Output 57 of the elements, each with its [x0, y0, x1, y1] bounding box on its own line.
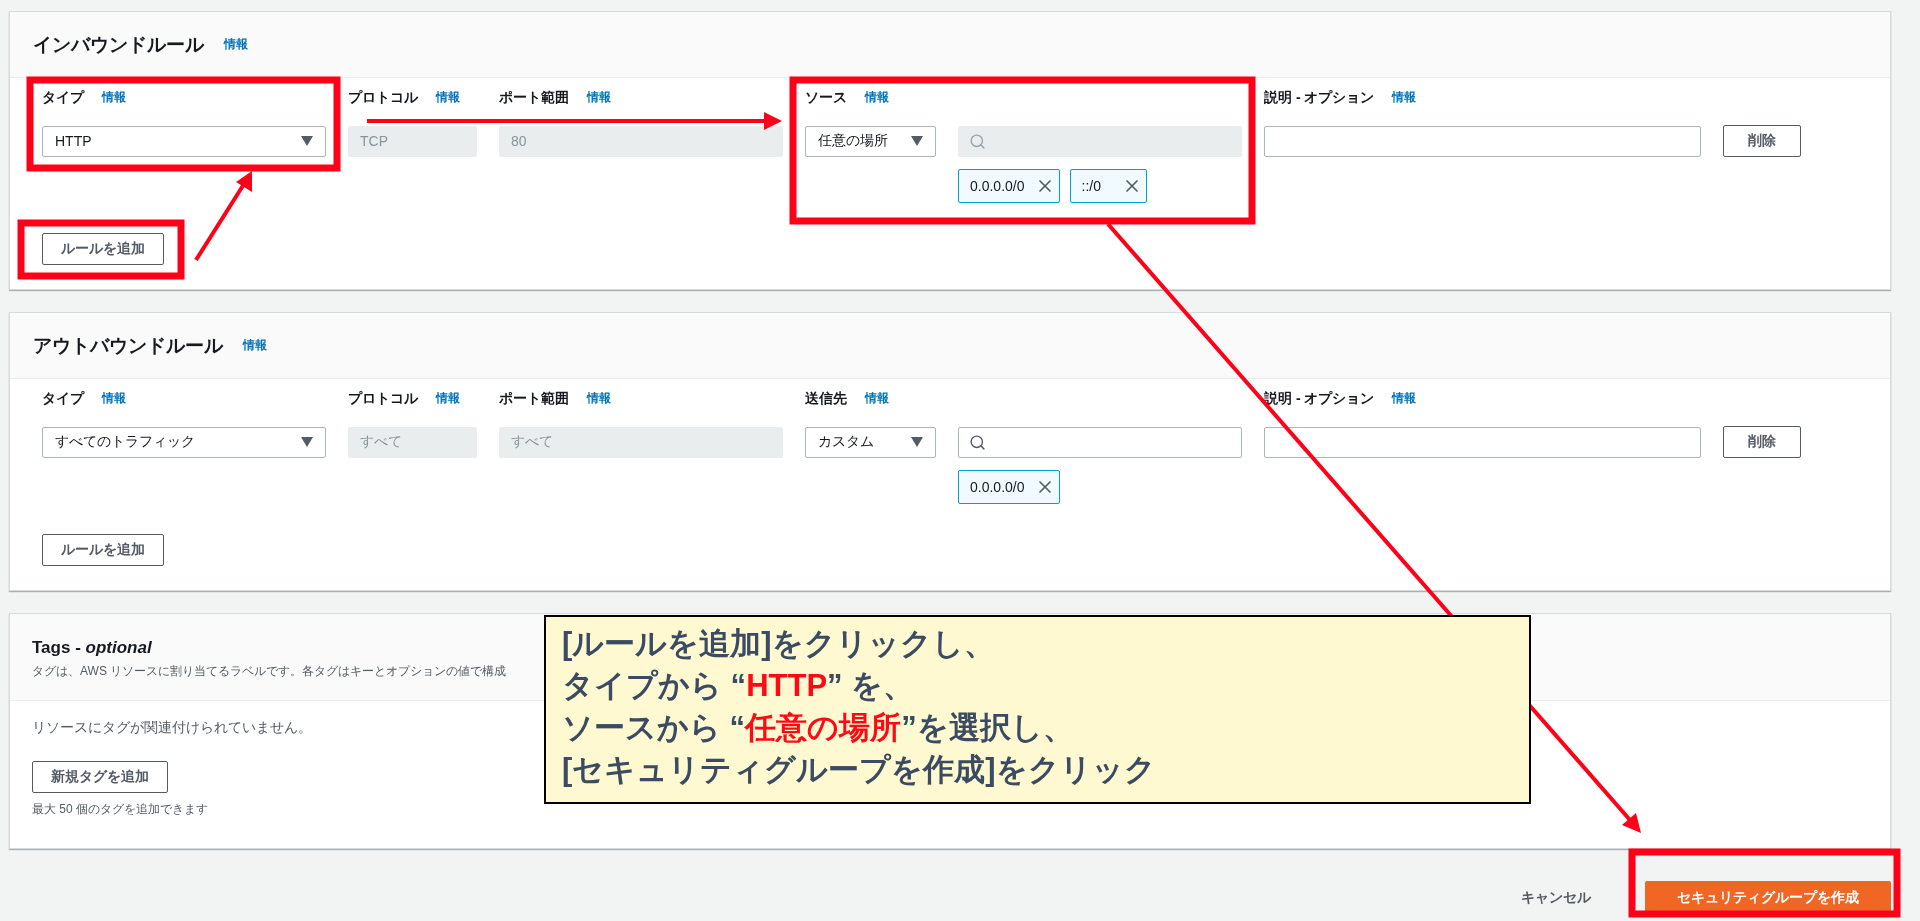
column-label: プロトコル [348, 88, 418, 106]
search-field[interactable] [958, 426, 1242, 458]
column-label: タイプ [42, 88, 84, 106]
type-select[interactable]: すべてのトラフィック [42, 426, 326, 458]
caret-icon [911, 136, 923, 146]
section-description: タグは、AWS リソースに割り当てるラベルです。各タグはキーとオプションの値で構成 [32, 663, 507, 680]
instruction-text: タイプから “HTTP” を、 [562, 667, 915, 705]
cancel-button[interactable]: キャンセル [1515, 888, 1597, 908]
port-range-field[interactable]: 80 [499, 125, 783, 157]
column-label: タイプ [42, 389, 84, 407]
tag-limit-text: 最大 50 個のタグを追加できます [32, 801, 208, 818]
info-link[interactable]: 情報 [587, 88, 611, 106]
section-title: アウトバウンドルール [33, 333, 223, 358]
delete-button[interactable]: 削除 [1723, 125, 1801, 157]
instruction-text: [ルールを追加]をクリックし、 [562, 625, 995, 663]
column-label: プロトコル [348, 389, 418, 407]
section-title: Tags - optional [32, 637, 152, 659]
type-select[interactable]: HTTP [42, 125, 326, 157]
description-input[interactable] [1264, 125, 1701, 157]
info-link[interactable]: 情報 [243, 337, 267, 354]
column-label: ポート範囲 [499, 389, 569, 407]
source-select[interactable]: カスタム [805, 426, 936, 458]
info-link[interactable]: 情報 [436, 88, 460, 106]
add-tag-button[interactable]: 新規タグを追加 [32, 761, 168, 793]
port-range-field[interactable]: すべて [499, 426, 783, 458]
protocol-field[interactable]: すべて [348, 426, 477, 458]
instruction-text: ソースから “任意の場所”を選択し、 [562, 709, 1074, 747]
instruction-text: [セキュリティグループを作成]をクリック [562, 751, 1156, 789]
column-label: 説明 - オプション [1264, 88, 1375, 106]
info-link[interactable]: 情報 [587, 389, 611, 407]
source-select[interactable]: 任意の場所 [805, 125, 936, 157]
section-title: インバウンドルール [33, 32, 204, 57]
column-label: 送信先 [805, 389, 847, 407]
cidr-token: 0.0.0.0/0 [958, 470, 1060, 504]
protocol-field[interactable]: TCP [348, 125, 477, 157]
info-link[interactable]: 情報 [865, 88, 889, 106]
caret-icon [301, 437, 313, 447]
cidr-token: ::/0 [1069, 169, 1147, 203]
column-label: ポート範囲 [499, 88, 569, 106]
info-link[interactable]: 情報 [1392, 88, 1417, 106]
description-input[interactable] [1264, 426, 1701, 458]
empty-tags-text: リソースにタグが関連付けられていません。 [32, 719, 312, 737]
search-icon [969, 433, 986, 451]
search-icon [969, 132, 986, 150]
column-label: ソース [805, 88, 847, 106]
caret-icon [911, 437, 923, 447]
cidr-token: 0.0.0.0/0 [958, 169, 1060, 203]
info-link[interactable]: 情報 [436, 389, 460, 407]
add-rule-button[interactable]: ルールを追加 [42, 534, 164, 566]
info-link[interactable]: 情報 [1392, 389, 1417, 407]
info-link[interactable]: 情報 [224, 36, 248, 53]
info-link[interactable]: 情報 [102, 88, 126, 106]
info-link[interactable]: 情報 [102, 389, 126, 407]
delete-button[interactable]: 削除 [1723, 426, 1801, 458]
info-link[interactable]: 情報 [865, 389, 889, 407]
add-rule-button[interactable]: ルールを追加 [42, 233, 164, 265]
caret-icon [301, 136, 313, 146]
